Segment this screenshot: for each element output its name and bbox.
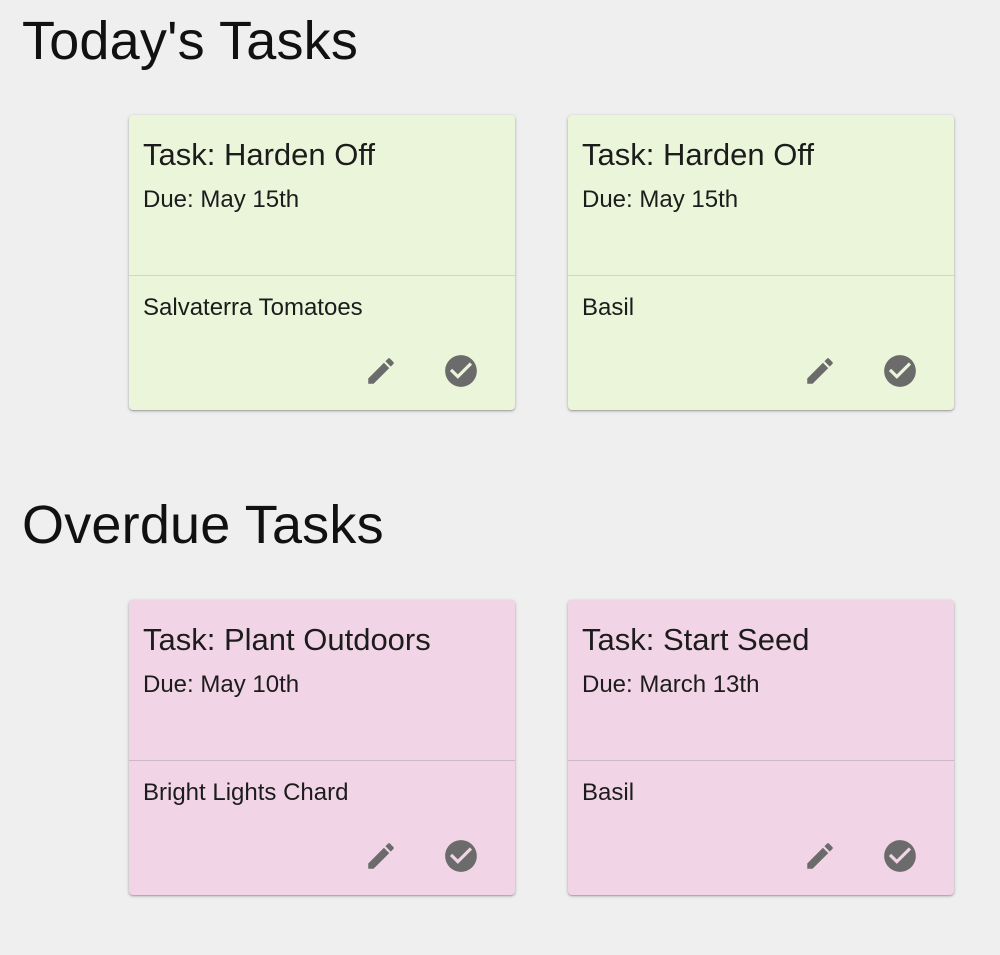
check-circle-icon [445, 840, 477, 872]
task-card: Task: Harden Off Due: May 15th Salvaterr… [129, 115, 515, 410]
edit-task-button[interactable] [800, 351, 840, 391]
task-due-date: Due: May 15th [143, 186, 300, 213]
task-card: Task: Plant Outdoors Due: May 10th Brigh… [129, 600, 515, 895]
task-name: Task: Harden Off [143, 137, 376, 172]
edit-task-button[interactable] [800, 836, 840, 876]
complete-task-button[interactable] [441, 351, 481, 391]
check-circle-icon [445, 355, 477, 387]
pencil-icon [368, 358, 394, 384]
task-card: Task: Harden Off Due: May 15th Basil [568, 115, 954, 410]
todays-tasks-heading: Today's Tasks [22, 11, 359, 71]
complete-task-button[interactable] [880, 351, 920, 391]
pencil-icon [368, 843, 394, 869]
task-plant-name: Basil [582, 294, 635, 321]
pencil-icon [807, 843, 833, 869]
task-due-date: Due: May 15th [582, 186, 739, 213]
task-card: Task: Start Seed Due: March 13th Basil [568, 600, 954, 895]
task-card-header: Task: Harden Off Due: May 15th [129, 115, 515, 276]
complete-task-button[interactable] [880, 836, 920, 876]
task-due-date: Due: March 13th [582, 671, 760, 698]
task-name: Task: Harden Off [582, 137, 815, 172]
task-card-header: Task: Start Seed Due: March 13th [568, 600, 954, 761]
task-plant-name: Salvaterra Tomatoes [143, 294, 363, 321]
task-plant-name: Bright Lights Chard [143, 779, 349, 806]
pencil-icon [807, 358, 833, 384]
task-plant-name: Basil [582, 779, 635, 806]
edit-task-button[interactable] [361, 836, 401, 876]
task-name: Task: Plant Outdoors [143, 622, 431, 657]
task-name: Task: Start Seed [582, 622, 810, 657]
check-circle-icon [884, 355, 916, 387]
edit-task-button[interactable] [361, 351, 401, 391]
task-due-date: Due: May 10th [143, 671, 300, 698]
task-card-header: Task: Harden Off Due: May 15th [568, 115, 954, 276]
task-card-header: Task: Plant Outdoors Due: May 10th [129, 600, 515, 761]
overdue-tasks-heading: Overdue Tasks [22, 495, 384, 555]
check-circle-icon [884, 840, 916, 872]
complete-task-button[interactable] [441, 836, 481, 876]
